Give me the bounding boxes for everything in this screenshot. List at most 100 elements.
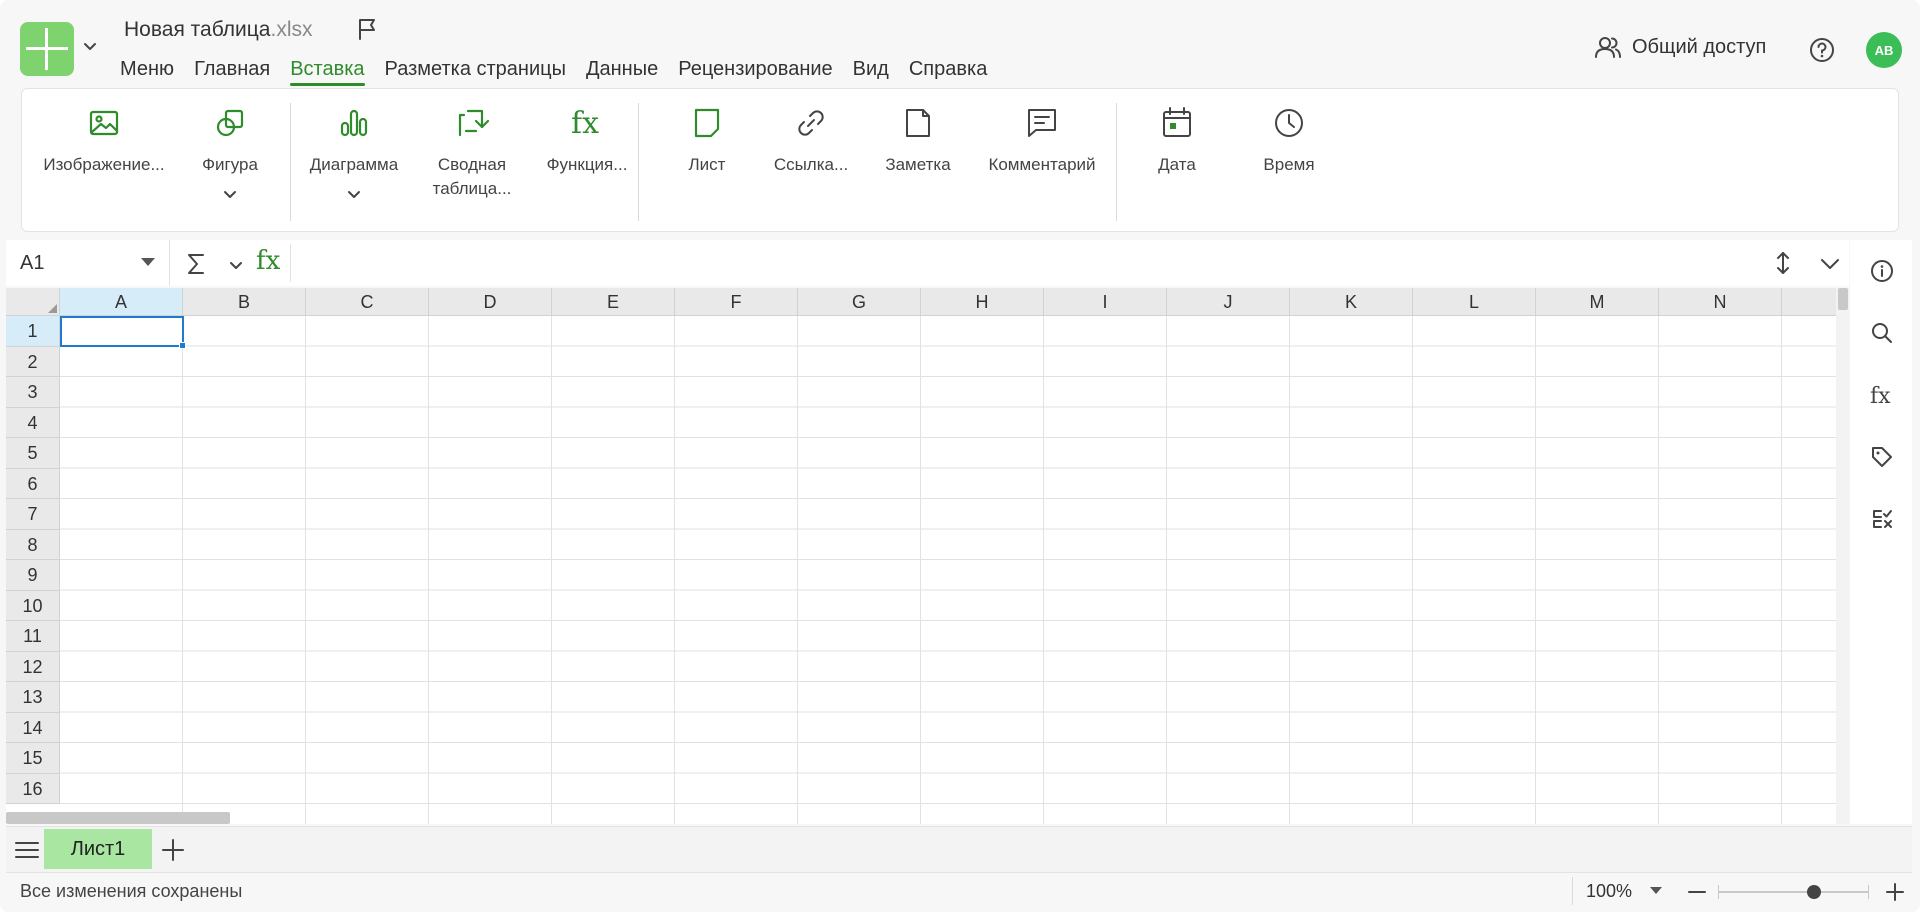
tab-home[interactable]: Главная bbox=[184, 56, 280, 86]
chevron-down-icon[interactable] bbox=[221, 185, 239, 203]
sum-icon[interactable] bbox=[182, 250, 210, 278]
row-header[interactable]: 13 bbox=[6, 682, 60, 713]
row-header[interactable]: 3 bbox=[6, 377, 60, 408]
tab-view[interactable]: Вид bbox=[843, 56, 899, 86]
document-title[interactable]: Новая таблица.xlsx bbox=[124, 18, 313, 42]
insert-note-label: Заметка bbox=[885, 155, 951, 174]
tab-help[interactable]: Справка bbox=[899, 56, 997, 86]
zoom-slider-thumb[interactable] bbox=[1807, 885, 1822, 899]
insert-image-button[interactable]: Изображение... bbox=[36, 103, 172, 177]
tab-insert[interactable]: Вставка bbox=[280, 56, 374, 86]
app-logo[interactable] bbox=[20, 22, 74, 76]
row-header[interactable]: 14 bbox=[6, 712, 60, 743]
row-header[interactable]: 6 bbox=[6, 468, 60, 499]
insert-pivot-label-1: Сводная bbox=[437, 155, 507, 174]
column-header[interactable]: J bbox=[1167, 288, 1290, 316]
column-header[interactable]: C bbox=[306, 288, 429, 316]
expand-vertical-icon[interactable] bbox=[1770, 250, 1796, 276]
name-box[interactable]: A1 bbox=[6, 240, 170, 286]
column-header[interactable] bbox=[1782, 288, 1836, 316]
name-box-value: A1 bbox=[20, 251, 45, 274]
row-header[interactable]: 1 bbox=[6, 316, 60, 347]
image-icon bbox=[89, 110, 119, 136]
row-header[interactable]: 5 bbox=[6, 438, 60, 469]
plus-icon[interactable] bbox=[1884, 881, 1906, 903]
formula-input[interactable] bbox=[302, 250, 1742, 276]
share-button[interactable]: Общий доступ bbox=[1594, 34, 1766, 60]
insert-sheet-button[interactable]: Лист bbox=[672, 103, 742, 177]
cell-area[interactable] bbox=[60, 316, 1836, 824]
spellcheck-icon[interactable] bbox=[1869, 506, 1895, 532]
zoom-slider[interactable] bbox=[1718, 891, 1868, 893]
sheet-icon bbox=[694, 108, 720, 138]
function-icon[interactable]: fx bbox=[1869, 382, 1895, 408]
insert-date-button[interactable]: Дата bbox=[1142, 103, 1212, 177]
caret-down-icon[interactable] bbox=[1650, 887, 1662, 894]
column-header[interactable]: G bbox=[798, 288, 921, 316]
active-cell[interactable] bbox=[60, 316, 186, 349]
comment-icon bbox=[1028, 109, 1056, 137]
row-header[interactable]: 11 bbox=[6, 621, 60, 652]
fill-handle[interactable] bbox=[179, 342, 186, 349]
column-header[interactable]: N bbox=[1659, 288, 1782, 316]
column-header[interactable]: A bbox=[60, 288, 183, 316]
chevron-down-icon[interactable] bbox=[1818, 252, 1842, 276]
document-extension: .xlsx bbox=[270, 18, 313, 41]
row-header[interactable]: 2 bbox=[6, 346, 60, 377]
sheet-tab-1[interactable]: Лист1 bbox=[44, 829, 152, 869]
chevron-down-icon[interactable] bbox=[345, 185, 363, 203]
column-header[interactable]: M bbox=[1536, 288, 1659, 316]
horizontal-scrollbar[interactable] bbox=[6, 812, 230, 824]
insert-link-button[interactable]: Ссылка... bbox=[766, 103, 856, 177]
column-header[interactable]: D bbox=[429, 288, 552, 316]
avatar[interactable]: AB bbox=[1866, 32, 1902, 68]
tab-review[interactable]: Рецензирование bbox=[668, 56, 842, 86]
column-header[interactable]: K bbox=[1290, 288, 1413, 316]
info-icon[interactable] bbox=[1869, 258, 1895, 284]
row-header[interactable]: 10 bbox=[6, 590, 60, 621]
tag-icon[interactable] bbox=[1869, 444, 1895, 470]
insert-note-button[interactable]: Заметка bbox=[878, 103, 958, 177]
insert-time-button[interactable]: Время bbox=[1244, 103, 1334, 177]
insert-time-label: Время bbox=[1263, 155, 1315, 174]
zoom-value[interactable]: 100% bbox=[1586, 881, 1632, 902]
column-header[interactable]: B bbox=[183, 288, 306, 316]
minus-icon[interactable] bbox=[1686, 881, 1708, 903]
row-header[interactable]: 9 bbox=[6, 560, 60, 591]
column-header[interactable]: F bbox=[675, 288, 798, 316]
shape-icon bbox=[216, 109, 244, 137]
spreadsheet-grid[interactable]: A B C D E F G H I J K L M N 1 2 3 4 5 6 … bbox=[6, 288, 1836, 824]
row-header[interactable]: 7 bbox=[6, 499, 60, 530]
function-icon: fx bbox=[571, 106, 599, 141]
column-header[interactable]: H bbox=[921, 288, 1044, 316]
row-header[interactable]: 12 bbox=[6, 651, 60, 682]
insert-function-button[interactable]: fx Функция... bbox=[532, 103, 642, 177]
help-icon[interactable] bbox=[1808, 36, 1836, 64]
ribbon-insert: Изображение... Фигура Диаграмма Сводная … bbox=[21, 88, 1899, 232]
column-header[interactable]: E bbox=[552, 288, 675, 316]
chevron-down-icon[interactable] bbox=[80, 36, 100, 56]
insert-shape-button[interactable]: Фигура bbox=[190, 103, 270, 203]
insert-chart-button[interactable]: Диаграмма bbox=[302, 103, 406, 203]
document-name: Новая таблица bbox=[124, 18, 271, 41]
row-header[interactable]: 8 bbox=[6, 529, 60, 560]
caret-down-icon[interactable] bbox=[141, 258, 155, 266]
tab-menu[interactable]: Меню bbox=[110, 56, 184, 86]
select-all-corner[interactable] bbox=[6, 288, 60, 316]
insert-pivot-table-button[interactable]: Сводная таблица... bbox=[422, 103, 522, 201]
column-header[interactable]: I bbox=[1044, 288, 1167, 316]
search-icon[interactable] bbox=[1869, 320, 1895, 346]
chevron-down-icon[interactable] bbox=[228, 257, 244, 273]
vertical-scrollbar[interactable] bbox=[1836, 288, 1850, 824]
flag-icon[interactable] bbox=[354, 16, 380, 42]
row-header[interactable]: 16 bbox=[6, 773, 60, 804]
row-header[interactable]: 4 bbox=[6, 407, 60, 438]
insert-function-fx[interactable]: fx bbox=[256, 246, 280, 276]
tab-data[interactable]: Данные bbox=[576, 56, 668, 86]
row-header[interactable]: 15 bbox=[6, 743, 60, 774]
insert-comment-button[interactable]: Комментарий bbox=[980, 103, 1104, 177]
column-header[interactable]: L bbox=[1413, 288, 1536, 316]
tab-page-layout[interactable]: Разметка страницы bbox=[375, 56, 576, 86]
menu-icon[interactable] bbox=[14, 839, 40, 861]
plus-icon[interactable] bbox=[160, 837, 186, 863]
